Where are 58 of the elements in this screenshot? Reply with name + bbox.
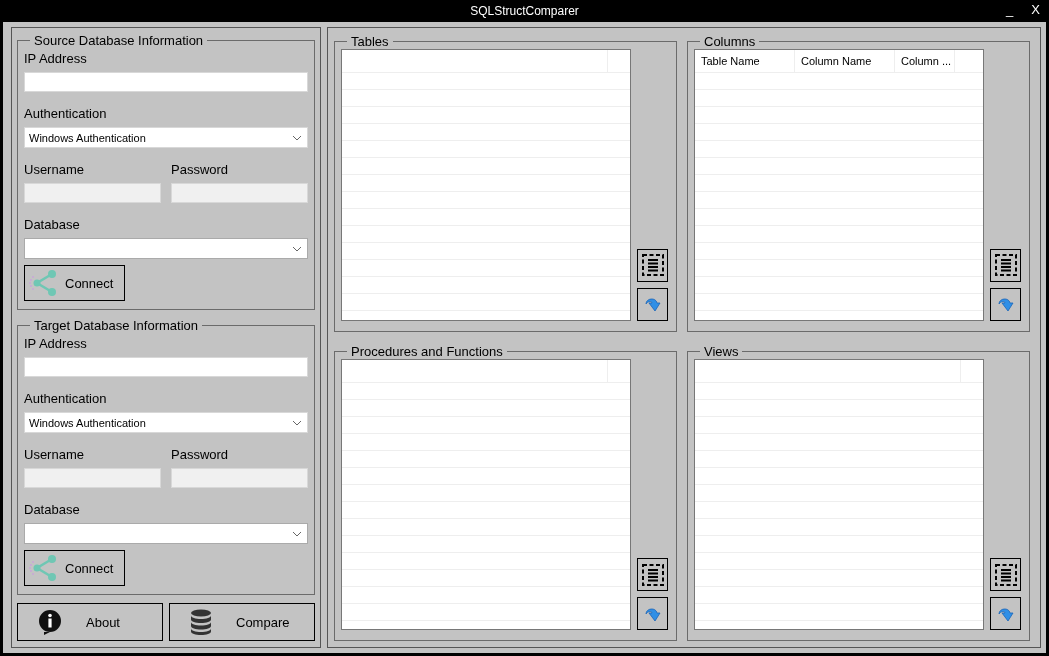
select-all-icon bbox=[640, 562, 665, 587]
export-button[interactable] bbox=[990, 287, 1021, 321]
share-icon bbox=[29, 553, 59, 583]
database-dropdown[interactable] bbox=[24, 523, 308, 544]
field-label: Database bbox=[24, 502, 81, 517]
list-view[interactable]: Table Name Column Name Column ... bbox=[694, 49, 984, 321]
list-view[interactable] bbox=[341, 358, 631, 630]
field-label: IP Address bbox=[24, 336, 88, 351]
select-all-button[interactable] bbox=[637, 558, 668, 591]
select-all-button[interactable] bbox=[637, 248, 668, 282]
field-label: Password bbox=[171, 447, 230, 462]
field-label: Authentication bbox=[24, 391, 108, 406]
curved-arrow-icon bbox=[643, 295, 662, 313]
share-icon bbox=[29, 268, 59, 298]
connect-button[interactable]: Connect bbox=[24, 265, 125, 301]
about-button[interactable]: About bbox=[17, 603, 163, 641]
curved-arrow-icon bbox=[996, 295, 1015, 313]
list-view[interactable] bbox=[694, 358, 984, 630]
group-title: Procedures and Functions bbox=[350, 343, 504, 359]
dropdown-caret-icon bbox=[291, 133, 303, 142]
field-label: Username bbox=[24, 162, 85, 177]
select-all-icon bbox=[993, 253, 1018, 277]
field-label: Authentication bbox=[24, 106, 108, 121]
export-button[interactable] bbox=[990, 597, 1021, 630]
window-title: SQLStructComparer bbox=[470, 4, 579, 18]
select-all-button[interactable] bbox=[990, 558, 1021, 591]
select-all-icon bbox=[993, 562, 1018, 587]
ip-address-field[interactable] bbox=[24, 357, 308, 377]
export-button[interactable] bbox=[637, 597, 668, 630]
group-title: Columns bbox=[703, 34, 757, 49]
field-label: IP Address bbox=[24, 51, 88, 66]
group-title: Tables bbox=[350, 34, 390, 49]
close-button[interactable]: X bbox=[1029, 2, 1042, 17]
dropdown-caret-icon bbox=[291, 418, 303, 427]
dropdown-caret-icon bbox=[291, 529, 303, 538]
field-label: Username bbox=[24, 447, 85, 462]
minimize-button[interactable]: _ bbox=[1004, 2, 1016, 17]
authentication-dropdown[interactable]: Windows Authentication bbox=[24, 127, 308, 148]
compare-button[interactable]: Compare bbox=[169, 603, 315, 641]
group-title: Target Database Information bbox=[33, 318, 200, 333]
column-header[interactable]: Column ... bbox=[895, 50, 955, 72]
database-dropdown[interactable] bbox=[24, 238, 308, 259]
column-header[interactable]: Table Name bbox=[695, 50, 795, 72]
select-all-icon bbox=[640, 253, 665, 277]
column-header[interactable]: Column Name bbox=[795, 50, 895, 72]
group-title: Source Database Information bbox=[33, 33, 205, 48]
group-title: Views bbox=[703, 343, 740, 359]
list-view[interactable] bbox=[341, 49, 631, 321]
database-icon bbox=[190, 609, 212, 635]
field-label: Database bbox=[24, 217, 81, 232]
field-label: Password bbox=[171, 162, 230, 177]
connect-button[interactable]: Connect bbox=[24, 550, 125, 586]
dropdown-caret-icon bbox=[291, 244, 303, 253]
select-all-button[interactable] bbox=[990, 248, 1021, 282]
ip-address-field[interactable] bbox=[24, 72, 308, 92]
authentication-dropdown[interactable]: Windows Authentication bbox=[24, 412, 308, 433]
export-button[interactable] bbox=[637, 287, 668, 321]
info-icon bbox=[38, 609, 62, 635]
